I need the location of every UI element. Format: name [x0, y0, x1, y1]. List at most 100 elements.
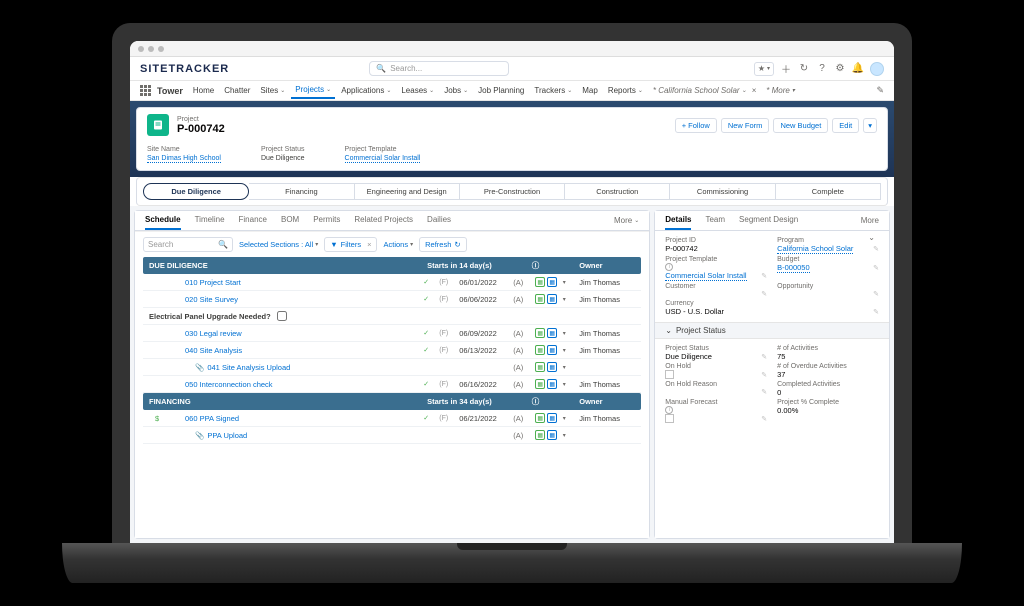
task-date[interactable]: 06/01/2022 — [459, 278, 505, 287]
follow-button[interactable]: +Follow — [675, 118, 717, 133]
info-icon[interactable]: i — [665, 406, 673, 414]
gear-icon[interactable]: ⚙ — [834, 63, 846, 75]
task-date[interactable]: 06/13/2022 — [459, 346, 505, 355]
traffic-light-close[interactable] — [138, 46, 144, 52]
calendar-icon[interactable]: ▦ — [535, 345, 545, 355]
calendar-icon[interactable]: ▦ — [547, 345, 557, 355]
pencil-icon[interactable]: ✎ — [873, 308, 879, 316]
calendar-icon[interactable]: ▦ — [535, 413, 545, 423]
tab-schedule[interactable]: Schedule — [145, 215, 181, 230]
template-link[interactable]: Commercial Solar Install — [345, 155, 421, 163]
tab-finance[interactable]: Finance — [239, 215, 267, 230]
task-link[interactable]: 060 PPA Signed — [185, 414, 423, 423]
calendar-icon[interactable]: ▦ — [547, 362, 557, 372]
add-icon[interactable]: ＋ — [780, 63, 792, 75]
new-budget-button[interactable]: New Budget — [773, 118, 828, 133]
program-link[interactable]: California School Solar — [777, 244, 853, 254]
task-date[interactable]: 06/21/2022 — [459, 414, 505, 423]
expand-icon[interactable]: ⌄ — [868, 233, 875, 242]
task-date[interactable]: 06/16/2022 — [459, 380, 505, 389]
chevron-down-icon[interactable]: ▾ — [559, 277, 569, 287]
traffic-light-min[interactable] — [148, 46, 154, 52]
tab-more[interactable]: More⌄ — [614, 215, 639, 230]
site-name-link[interactable]: San Dimas High School — [147, 155, 221, 163]
refresh-button[interactable]: Refresh↻ — [419, 237, 467, 252]
actions-dropdown[interactable]: Actions▾ — [383, 240, 413, 249]
calendar-icon[interactable]: ▦ — [535, 430, 545, 440]
chevron-down-icon[interactable]: ▾ — [559, 294, 569, 304]
nav-jobs[interactable]: Jobs⌄ — [440, 83, 472, 98]
tab-permits[interactable]: Permits — [313, 215, 340, 230]
question-checkbox[interactable] — [277, 311, 287, 321]
nav-trackers[interactable]: Trackers⌄ — [530, 83, 576, 98]
help-icon[interactable]: ? — [816, 63, 828, 75]
tab-segment-design[interactable]: Segment Design — [739, 215, 798, 230]
tab-dailies[interactable]: Dailies — [427, 215, 451, 230]
edit-button[interactable]: Edit — [832, 118, 859, 133]
tab-details[interactable]: Details — [665, 215, 691, 230]
budget-link[interactable]: B-000050 — [777, 263, 810, 273]
user-avatar[interactable] — [870, 62, 884, 76]
section-header[interactable]: FINANCING Starts in 34 day(s) ⓘ Owner — [143, 393, 641, 410]
pencil-icon[interactable]: ✎ — [761, 371, 767, 379]
help-icon[interactable]: ⓘ — [532, 396, 540, 407]
nav-workspace-tab[interactable]: * California School Solar⌄× — [649, 83, 760, 98]
task-link[interactable]: 020 Site Survey — [185, 295, 423, 304]
traffic-light-max[interactable] — [158, 46, 164, 52]
checkbox[interactable] — [665, 414, 674, 423]
pencil-icon[interactable]: ✎ — [761, 388, 767, 396]
tab-timeline[interactable]: Timeline — [195, 215, 225, 230]
stage-engineering[interactable]: Engineering and Design — [355, 183, 460, 200]
nav-leases[interactable]: Leases⌄ — [397, 83, 438, 98]
stage-commissioning[interactable]: Commissioning — [670, 183, 775, 200]
calendar-icon[interactable]: ▦ — [547, 294, 557, 304]
tab-more-right[interactable]: More — [861, 215, 879, 230]
pencil-icon[interactable]: ✎ — [761, 290, 767, 298]
task-link[interactable]: 030 Legal review — [185, 329, 423, 338]
stage-construction[interactable]: Construction — [565, 183, 670, 200]
tab-team[interactable]: Team — [705, 215, 725, 230]
chevron-down-icon[interactable]: ▾ — [559, 362, 569, 372]
history-icon[interactable]: ↻ — [798, 63, 810, 75]
stage-financing[interactable]: Financing — [249, 183, 354, 200]
checkbox[interactable] — [665, 370, 674, 379]
schedule-search[interactable]: Search🔍 — [143, 237, 233, 252]
bell-icon[interactable]: 🔔 — [852, 63, 864, 75]
calendar-icon[interactable]: ▦ — [535, 277, 545, 287]
nav-sites[interactable]: Sites⌄ — [256, 83, 289, 98]
calendar-icon[interactable]: ▦ — [547, 328, 557, 338]
favorites-button[interactable]: ★▾ — [754, 62, 774, 76]
new-form-button[interactable]: New Form — [721, 118, 770, 133]
section-header[interactable]: DUE DILIGENCE Starts in 14 day(s) ⓘ Owne… — [143, 257, 641, 274]
nav-applications[interactable]: Applications⌄ — [337, 83, 395, 98]
close-icon[interactable]: × — [752, 86, 757, 95]
help-icon[interactable]: ⓘ — [532, 260, 540, 271]
task-date[interactable]: 06/09/2022 — [459, 329, 505, 338]
task-date[interactable]: 06/06/2022 — [459, 295, 505, 304]
stage-preconstruction[interactable]: Pre-Construction — [460, 183, 565, 200]
nav-job-planning[interactable]: Job Planning — [474, 83, 528, 98]
pencil-icon[interactable]: ✎ — [761, 415, 767, 423]
pencil-icon[interactable]: ✎ — [873, 290, 879, 298]
pencil-icon[interactable]: ✎ — [761, 272, 767, 280]
app-launcher-icon[interactable] — [140, 85, 151, 96]
calendar-icon[interactable]: ▦ — [535, 328, 545, 338]
chevron-down-icon[interactable]: ▾ — [559, 430, 569, 440]
calendar-icon[interactable]: ▦ — [535, 294, 545, 304]
stage-complete[interactable]: Complete — [776, 183, 881, 200]
calendar-icon[interactable]: ▦ — [535, 362, 545, 372]
task-link[interactable]: 📎PPA Upload — [195, 431, 423, 440]
calendar-icon[interactable]: ▦ — [547, 413, 557, 423]
nav-reports[interactable]: Reports⌄ — [604, 83, 647, 98]
nav-home[interactable]: Home — [189, 83, 218, 98]
chevron-down-icon[interactable]: ▾ — [559, 379, 569, 389]
task-link[interactable]: 📎041 Site Analysis Upload — [195, 363, 423, 372]
calendar-icon[interactable]: ▦ — [547, 430, 557, 440]
nav-map[interactable]: Map — [578, 83, 602, 98]
pencil-icon[interactable]: ✎ — [873, 264, 879, 272]
chevron-down-icon[interactable]: ▾ — [559, 413, 569, 423]
chevron-down-icon[interactable]: ▾ — [559, 345, 569, 355]
task-link[interactable]: 040 Site Analysis — [185, 346, 423, 355]
chevron-down-icon[interactable]: ▾ — [559, 328, 569, 338]
template-link[interactable]: Commercial Solar Install — [665, 271, 746, 281]
